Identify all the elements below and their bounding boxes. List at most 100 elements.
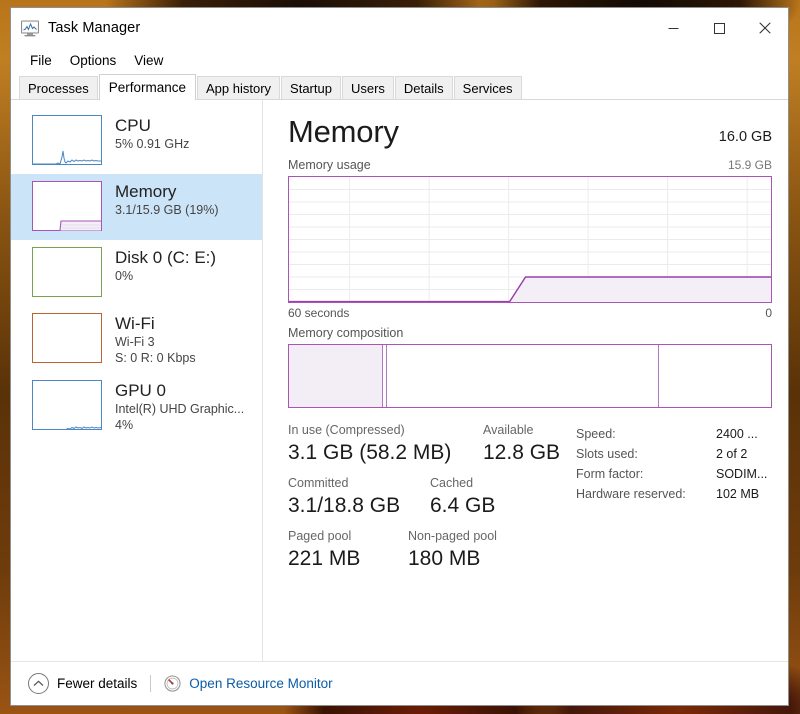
- slots-used-value: 2 of 2: [716, 447, 748, 461]
- gpu-labels: GPU 0 Intel(R) UHD Graphic... 4%: [115, 380, 244, 433]
- memory-usage-chart[interactable]: [288, 176, 772, 303]
- titlebar[interactable]: Task Manager: [11, 8, 788, 48]
- open-resource-monitor-link[interactable]: Open Resource Monitor: [164, 675, 333, 692]
- page-title: Memory: [288, 114, 399, 149]
- content-area: CPU 5% 0.91 GHz Memory 3.1/15.9 GB (19%)…: [11, 100, 788, 661]
- gpu-subtitle: Intel(R) UHD Graphic...: [115, 402, 245, 416]
- cpu-subtitle: 5% 0.91 GHz: [115, 137, 190, 151]
- gpu-utilization: 4%: [115, 418, 134, 432]
- wifi-subtitle: Wi-Fi 3: [115, 335, 155, 349]
- stats-row-2: Committed 3.1/18.8 GB Cached 6.4 GB: [288, 475, 576, 520]
- stat-non-paged-pool: Non-paged pool 180 MB: [408, 528, 497, 573]
- non-paged-pool-caption: Non-paged pool: [408, 529, 497, 543]
- in-use-caption: In use (Compressed): [288, 423, 405, 437]
- slots-used-key: Slots used:: [576, 447, 638, 461]
- available-value: 12.8 GB: [483, 441, 561, 464]
- available-caption: Available: [483, 423, 534, 437]
- window-controls: [650, 8, 788, 48]
- committed-value: 3.1/18.8 GB: [288, 494, 401, 517]
- wifi-thumbnail-graph: [32, 313, 102, 363]
- close-icon: [759, 22, 771, 34]
- hardware-reserved-value: 102 MB: [716, 487, 760, 501]
- memory-stats: In use (Compressed) 3.1 GB (58.2 MB) Ava…: [288, 422, 772, 581]
- total-memory: 16.0 GB: [718, 129, 772, 145]
- task-manager-icon: [20, 18, 40, 38]
- tabstrip: Processes Performance App history Startu…: [11, 74, 788, 100]
- minimize-icon: [668, 27, 678, 29]
- info-row-speed: Speed: 2400 ...: [576, 424, 772, 444]
- menu-file[interactable]: File: [21, 51, 61, 71]
- usage-graph-header: Memory usage 15.9 GB: [288, 158, 772, 172]
- cpu-labels: CPU 5% 0.91 GHz: [115, 115, 189, 152]
- close-button[interactable]: [742, 8, 788, 48]
- stat-paged-pool: Paged pool 221 MB: [288, 528, 408, 573]
- memory-detail-panel: Memory 16.0 GB Memory usage 15.9 GB 60 s…: [263, 100, 788, 661]
- fewer-details-button[interactable]: Fewer details: [28, 673, 137, 694]
- memory-thumbnail-graph: [32, 181, 102, 231]
- disk-title: Disk 0 (C: E:): [115, 248, 217, 267]
- gpu-thumbnail-graph: [32, 380, 102, 430]
- wifi-title: Wi-Fi: [115, 314, 155, 333]
- tab-app-history[interactable]: App history: [197, 76, 281, 100]
- sidebar-item-disk[interactable]: Disk 0 (C: E:) 0%: [11, 240, 262, 306]
- usage-graph-label: Memory usage: [288, 158, 371, 172]
- tab-users[interactable]: Users: [341, 76, 394, 100]
- disk-thumbnail-graph: [32, 247, 102, 297]
- info-row-hardware-reserved: Hardware reserved: 102 MB: [576, 484, 772, 504]
- in-use-value: 3.1 GB (58.2 MB): [288, 441, 452, 464]
- composition-segment-free: [659, 345, 771, 407]
- task-manager-window: Task Manager File Options View Processes…: [10, 7, 789, 706]
- stat-cached: Cached 6.4 GB: [430, 475, 495, 520]
- cpu-thumbnail-graph: [32, 115, 102, 165]
- memory-title: Memory: [115, 182, 177, 201]
- form-factor-value: SODIM...: [716, 467, 768, 481]
- tab-details[interactable]: Details: [394, 76, 453, 100]
- sidebar-item-memory[interactable]: Memory 3.1/15.9 GB (19%): [11, 174, 262, 240]
- composition-segment-in-use: [289, 345, 382, 407]
- usage-chart-axis: 60 seconds 0: [288, 306, 772, 320]
- paged-pool-caption: Paged pool: [288, 529, 352, 543]
- resource-monitor-icon: [164, 675, 181, 692]
- disk-labels: Disk 0 (C: E:) 0%: [115, 247, 216, 284]
- hardware-reserved-key: Hardware reserved:: [576, 487, 686, 501]
- stats-row-1: In use (Compressed) 3.1 GB (58.2 MB) Ava…: [288, 422, 576, 467]
- committed-caption: Committed: [288, 476, 349, 490]
- maximize-button[interactable]: [696, 8, 742, 48]
- composition-segment-standby: [387, 345, 658, 407]
- menu-options[interactable]: Options: [61, 51, 126, 71]
- speed-key: Speed:: [576, 427, 616, 441]
- composition-label: Memory composition: [288, 326, 404, 340]
- non-paged-pool-value: 180 MB: [408, 547, 481, 570]
- cached-caption: Cached: [430, 476, 474, 490]
- sidebar-item-gpu[interactable]: GPU 0 Intel(R) UHD Graphic... 4%: [11, 373, 262, 440]
- maximize-icon: [713, 22, 725, 34]
- cpu-title: CPU: [115, 116, 151, 135]
- window-title: Task Manager: [48, 20, 141, 36]
- memory-usage-plot: [289, 177, 771, 302]
- menu-view[interactable]: View: [125, 51, 172, 71]
- sidebar-item-wifi[interactable]: Wi-Fi Wi-Fi 3 S: 0 R: 0 Kbps: [11, 306, 262, 373]
- tab-processes[interactable]: Processes: [19, 76, 98, 100]
- minimize-button[interactable]: [650, 8, 696, 48]
- usage-graph-max: 15.9 GB: [727, 158, 772, 172]
- info-row-form-factor: Form factor: SODIM...: [576, 464, 772, 484]
- panel-header: Memory 16.0 GB: [288, 114, 772, 150]
- gpu-title: GPU 0: [115, 381, 167, 400]
- memory-subtitle: 3.1/15.9 GB (19%): [115, 203, 219, 217]
- speed-value: 2400 ...: [716, 427, 758, 441]
- statusbar-divider: [150, 675, 152, 692]
- memory-composition-bar[interactable]: [288, 344, 772, 408]
- stat-available: Available 12.8 GB: [483, 422, 560, 467]
- wifi-throughput: S: 0 R: 0 Kbps: [115, 351, 196, 365]
- stat-in-use: In use (Compressed) 3.1 GB (58.2 MB): [288, 422, 483, 467]
- tab-services[interactable]: Services: [453, 76, 522, 100]
- resource-sidebar: CPU 5% 0.91 GHz Memory 3.1/15.9 GB (19%)…: [11, 100, 263, 661]
- fewer-details-label: Fewer details: [57, 676, 138, 691]
- statusbar: Fewer details Open Resource Monitor: [11, 661, 788, 705]
- cached-value: 6.4 GB: [430, 494, 496, 517]
- sidebar-item-cpu[interactable]: CPU 5% 0.91 GHz: [11, 108, 262, 174]
- tab-startup[interactable]: Startup: [281, 76, 341, 100]
- info-row-slots-used: Slots used: 2 of 2: [576, 444, 772, 464]
- axis-label-right: 0: [765, 306, 772, 320]
- tab-performance[interactable]: Performance: [98, 74, 196, 100]
